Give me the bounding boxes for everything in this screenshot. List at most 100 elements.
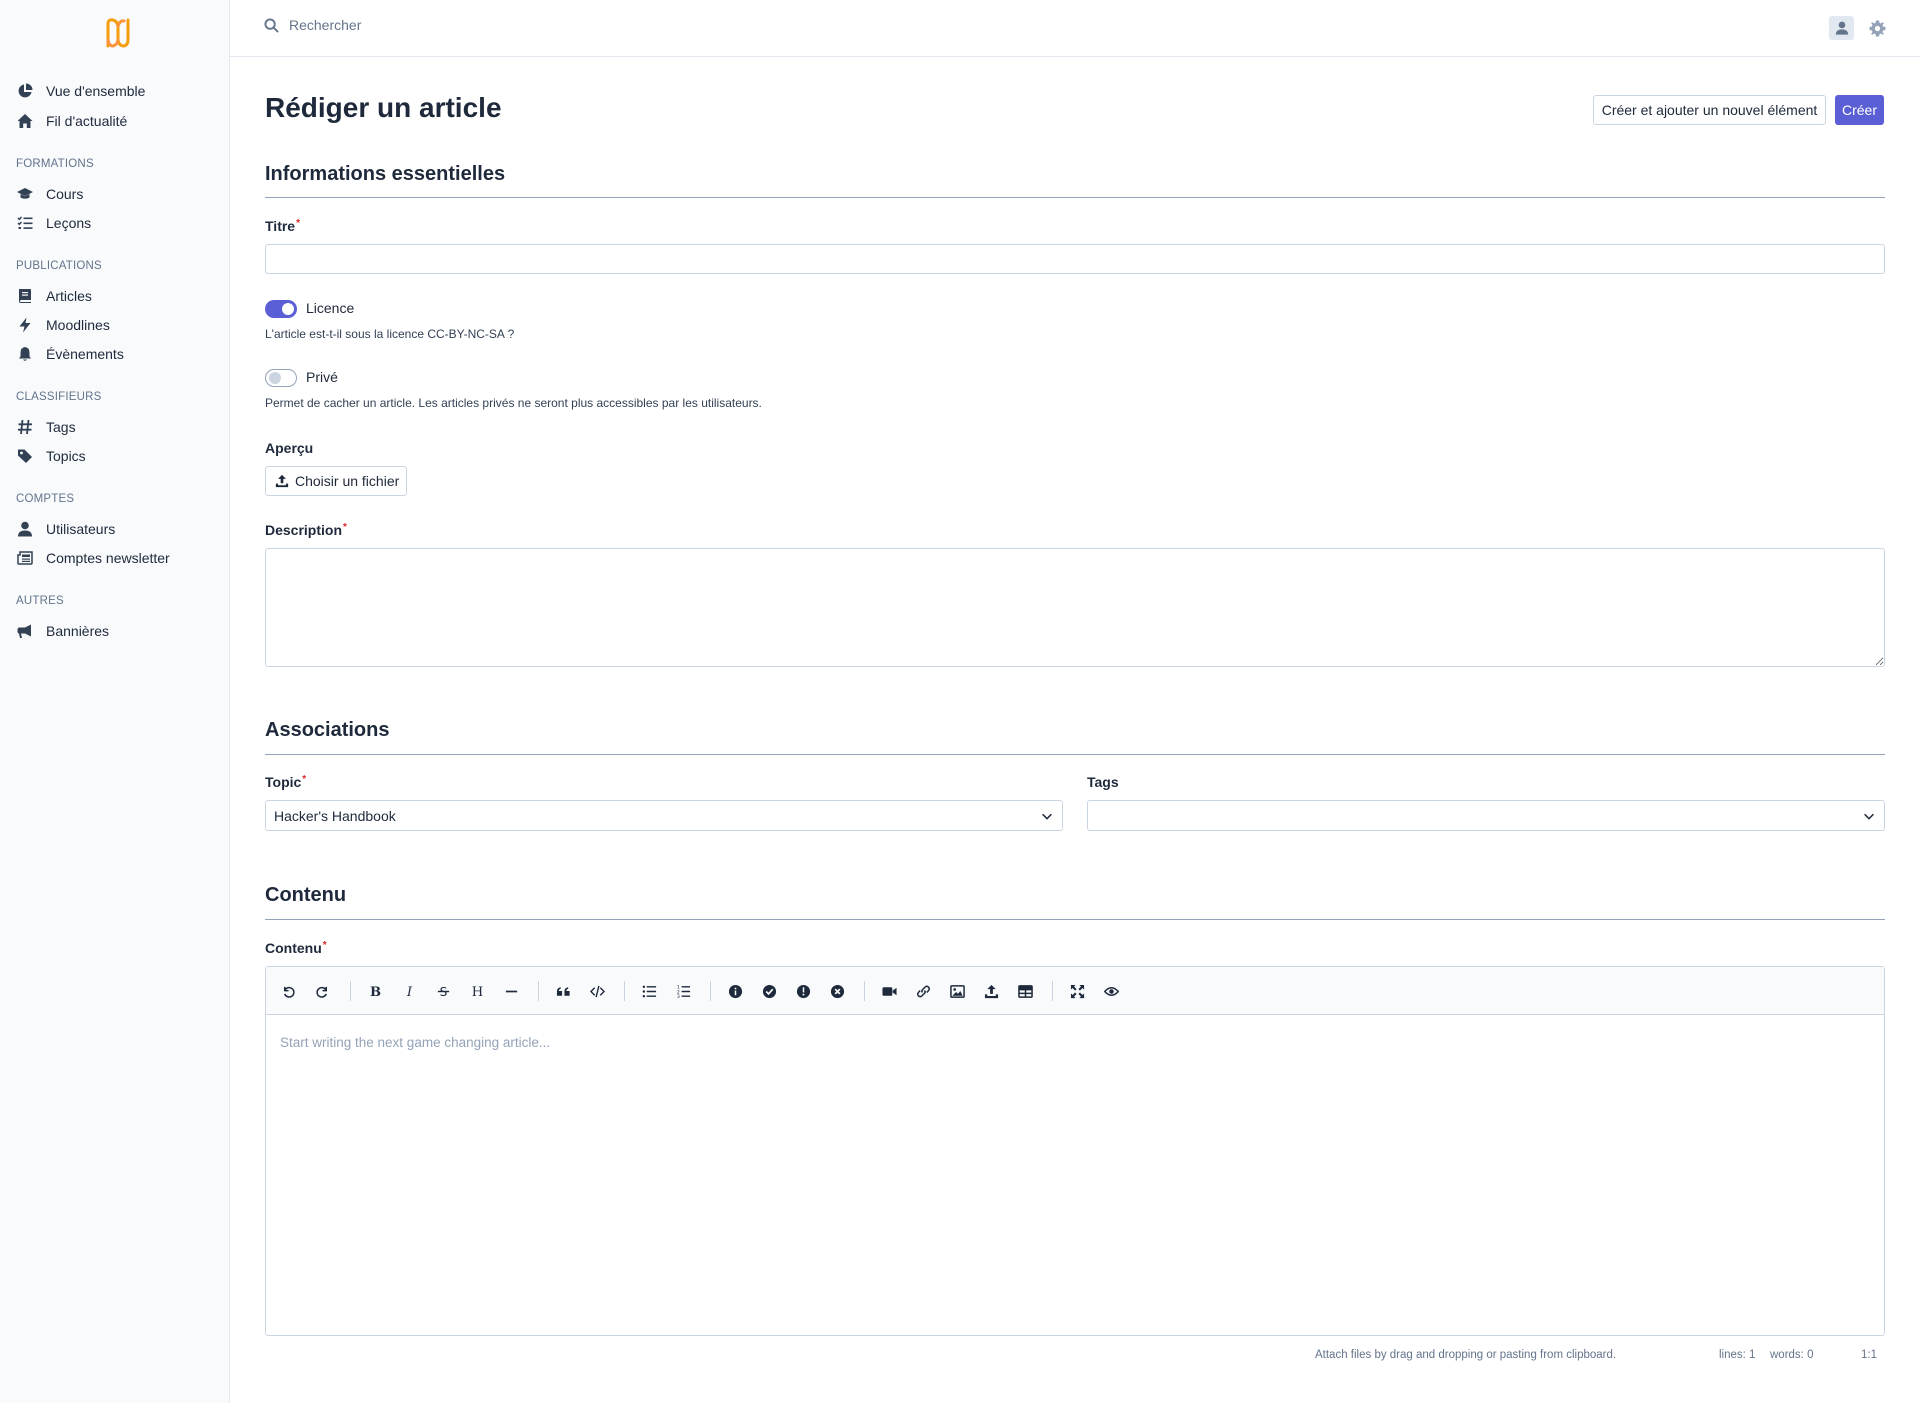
table-icon[interactable] [1013,979,1037,1003]
search-bar[interactable] [264,17,864,33]
exclamation-icon[interactable] [791,979,815,1003]
section-divider [265,754,1885,755]
sidebar-item-overview[interactable]: Vue d'ensemble [16,77,216,105]
description-textarea[interactable] [265,548,1885,667]
sidebar: Vue d'ensemble Fil d'actualité FORMATION… [0,0,230,1403]
sidebar-item-articles[interactable]: Articles [16,282,216,310]
hashtag-icon [16,418,34,436]
check-circle-icon[interactable] [757,979,781,1003]
editor-status-words: words: 0 [1770,1349,1814,1361]
topic-select[interactable]: Hacker's Handbook [265,800,1063,831]
editor-placeholder: Start writing the next game changing art… [280,1035,551,1050]
sidebar-item-events[interactable]: Évènements [16,340,216,368]
settings-button[interactable] [1866,17,1888,39]
tags-field-label: Tags [1087,774,1119,790]
video-icon[interactable] [877,979,901,1003]
editor-toolbar: B I S H 123 [266,967,1884,1015]
sidebar-item-label: Vue d'ensemble [46,83,146,99]
bolt-icon [16,316,34,334]
image-icon[interactable] [945,979,969,1003]
sidebar-item-users[interactable]: Utilisateurs [16,515,216,543]
svg-text:H: H [471,985,482,999]
toolbar-separator [624,981,625,1001]
sidebar-item-label: Moodlines [46,317,110,333]
sidebar-item-label: Utilisateurs [46,521,116,537]
times-circle-icon[interactable] [825,979,849,1003]
choose-file-button[interactable]: Choisir un fichier [265,466,407,496]
megaphone-icon [16,622,34,640]
editor-status-lines: lines: 1 [1719,1349,1756,1361]
sidebar-item-banners[interactable]: Bannières [16,617,216,645]
heading-icon[interactable]: H [465,979,489,1003]
sidebar-section-others: AUTRES [16,595,64,607]
sidebar-item-label: Tags [46,419,76,435]
upload-icon[interactable] [979,979,1003,1003]
svg-text:I: I [405,985,412,999]
preview-label: Aperçu [265,440,314,456]
toolbar-separator [538,981,539,1001]
preview-eye-icon[interactable] [1099,979,1123,1003]
sidebar-item-courses[interactable]: Cours [16,180,216,208]
numbered-list-icon[interactable]: 123 [671,979,695,1003]
horizontal-rule-icon[interactable] [499,979,523,1003]
app-logo-icon[interactable] [103,16,133,50]
sidebar-item-newsletter[interactable]: Comptes newsletter [16,544,216,572]
title-field-label: Titre* [265,218,300,234]
sidebar-item-label: Évènements [46,346,124,362]
info-icon[interactable] [723,979,747,1003]
private-label: Privé [306,369,338,385]
choose-file-label: Choisir un fichier [295,473,400,489]
user-icon [1835,21,1848,35]
undo-icon[interactable] [276,979,300,1003]
svg-text:B: B [369,985,380,999]
bold-icon[interactable]: B [363,979,387,1003]
section-heading-essentials: Informations essentielles [265,163,506,185]
redo-icon[interactable] [310,979,334,1003]
user-avatar-button[interactable] [1829,16,1854,40]
sidebar-section-formations: FORMATIONS [16,158,94,170]
sidebar-item-label: Topics [46,448,86,464]
sidebar-item-label: Leçons [46,215,92,231]
topic-field-label: Topic* [265,774,307,790]
title-input[interactable] [265,244,1885,274]
sidebar-item-label: Cours [46,186,84,202]
private-toggle[interactable] [265,369,297,387]
code-icon[interactable] [585,979,609,1003]
topbar [230,0,1920,57]
private-help-text: Permet de cacher un article. Les article… [265,396,762,410]
toolbar-separator [864,981,865,1001]
quote-icon[interactable] [551,979,575,1003]
required-mark: * [296,218,300,229]
search-icon [264,17,279,33]
bell-icon [16,345,34,363]
section-divider [265,919,1885,920]
link-icon[interactable] [911,979,935,1003]
user-icon [16,520,34,538]
sidebar-item-topics[interactable]: Topics [16,442,216,470]
page-title: Rédiger un article [265,92,502,123]
svg-text:3: 3 [676,994,679,999]
bullet-list-icon[interactable] [637,979,661,1003]
description-field-label: Description* [265,522,347,538]
create-and-add-button[interactable]: Créer et ajouter un nouvel élément [1593,95,1826,125]
sidebar-item-tags[interactable]: Tags [16,413,216,441]
sidebar-item-lessons[interactable]: Leçons [16,209,216,237]
graduation-cap-icon [16,185,34,203]
license-toggle[interactable] [265,300,297,318]
markdown-editor[interactable]: B I S H 123 Start writing the next game … [265,966,1885,1336]
create-button[interactable]: Créer [1835,95,1884,125]
topic-select-value: Hacker's Handbook [274,807,396,824]
required-mark: * [343,522,347,533]
chevron-down-icon [1864,813,1874,820]
sidebar-item-feed[interactable]: Fil d'actualité [16,107,216,135]
sidebar-item-moodlines[interactable]: Moodlines [16,311,216,339]
search-input[interactable] [289,17,789,33]
tags-select[interactable] [1087,800,1885,831]
sidebar-item-label: Articles [46,288,92,304]
strikethrough-icon[interactable]: S [431,979,455,1003]
home-icon [16,112,34,130]
sidebar-section-classifiers: CLASSIFIEURS [16,391,102,403]
book-icon [16,287,34,305]
italic-icon[interactable]: I [397,979,421,1003]
fullscreen-icon[interactable] [1065,979,1089,1003]
